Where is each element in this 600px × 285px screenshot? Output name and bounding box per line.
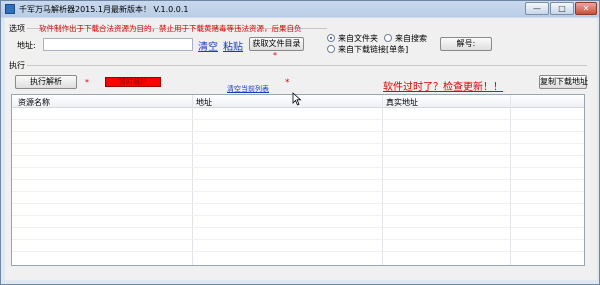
radio-from-folder-label: 来自文件夹 <box>338 34 378 43</box>
app-window: 千军万马解析器2015.1月最新版本！ V.1.0.0.1 — □ ✕ 选项 软… <box>0 0 600 285</box>
close-button[interactable]: ✕ <box>575 2 597 15</box>
legal-notice: 软件制作出于下载合法资源为目的，禁止用于下载黄赌毒等违法资源，后果自负 <box>39 24 302 33</box>
table-row <box>12 239 584 240</box>
address-input[interactable] <box>43 38 193 51</box>
radio-from-search-label: 来自搜索 <box>395 34 427 43</box>
asterisk-marker-3: * <box>285 78 290 88</box>
table-row <box>12 191 584 192</box>
app-icon <box>5 4 15 14</box>
execute-section-label: 执行 <box>9 61 25 70</box>
resource-table[interactable]: 资源名称 地址 真实地址 <box>11 94 585 266</box>
options-section-label: 选项 <box>9 24 25 33</box>
asterisk-marker-2: * <box>85 78 89 87</box>
table-row <box>12 227 584 228</box>
status-indicator: 暂时解析 <box>105 77 161 87</box>
get-file-directory-button[interactable]: 获取文件目录 <box>249 37 304 51</box>
table-row <box>12 167 584 168</box>
client-area: 选项 软件制作出于下载合法资源为目的，禁止用于下载黄赌毒等违法资源，后果自负 地… <box>5 18 597 280</box>
column-header-real-address[interactable]: 真实地址 <box>386 97 418 108</box>
minimize-button[interactable]: — <box>525 2 549 15</box>
table-row <box>12 131 584 132</box>
paste-link[interactable]: 粘贴 <box>223 38 243 53</box>
unlock-button[interactable]: 解号: <box>440 37 492 51</box>
update-check-link[interactable]: 软件过时了？检查更新！！ <box>383 78 503 93</box>
maximize-button[interactable]: □ <box>550 2 574 15</box>
radio-from-download-link-label: 来自下载链接[单条] <box>338 45 409 54</box>
mouse-cursor-icon <box>292 92 302 106</box>
table-row <box>12 215 584 216</box>
table-row <box>12 155 584 156</box>
asterisk-marker: * <box>273 51 277 60</box>
radio-from-download-link[interactable] <box>327 45 335 53</box>
title-bar[interactable]: 千军万马解析器2015.1月最新版本！ V.1.0.0.1 — □ ✕ <box>1 1 599 17</box>
column-header-address[interactable]: 地址 <box>196 97 212 108</box>
address-label: 地址: <box>17 41 36 50</box>
radio-from-folder[interactable] <box>327 34 335 42</box>
table-row <box>12 119 584 120</box>
window-title: 千军万马解析器2015.1月最新版本！ V.1.0.0.1 <box>19 5 189 14</box>
clear-list-link[interactable]: 清空当前列表 <box>227 84 269 94</box>
execute-group-line <box>27 65 587 66</box>
table-row <box>12 179 584 180</box>
table-row <box>12 251 584 252</box>
clear-link[interactable]: 清空 <box>198 38 218 53</box>
table-row <box>12 203 584 204</box>
column-header-name[interactable]: 资源名称 <box>18 97 50 108</box>
copy-download-address-button[interactable]: 复制下载地址 <box>539 75 588 89</box>
table-row <box>12 143 584 144</box>
run-parse-button[interactable]: 执行解析 <box>15 75 77 89</box>
radio-from-search[interactable] <box>384 34 392 42</box>
